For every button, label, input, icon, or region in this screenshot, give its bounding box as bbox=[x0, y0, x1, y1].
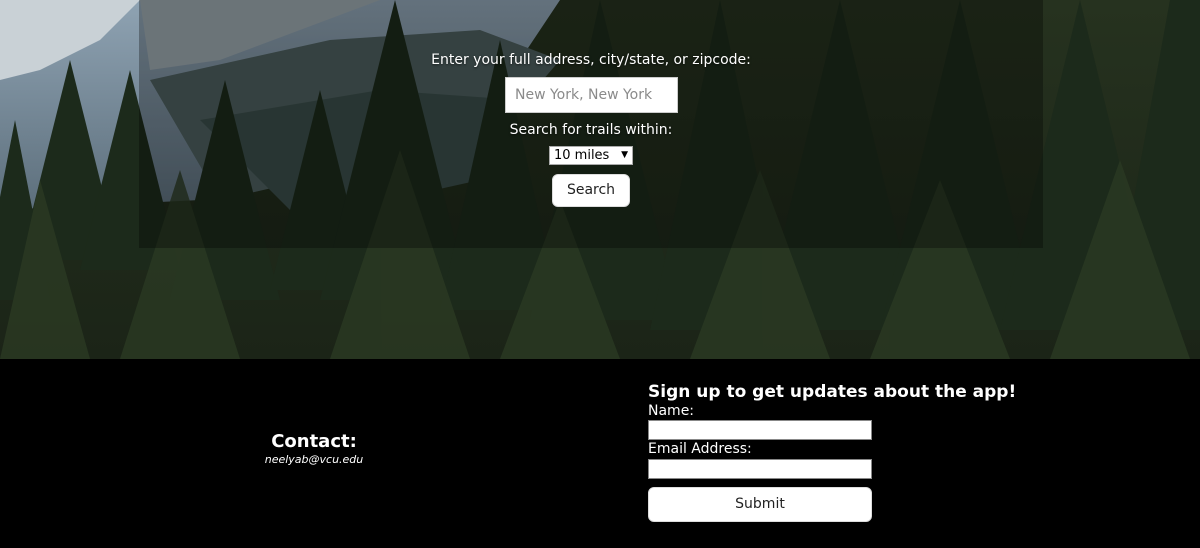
address-input[interactable] bbox=[505, 77, 678, 113]
email-input[interactable] bbox=[648, 459, 872, 479]
email-label: Email Address: bbox=[648, 441, 752, 457]
contact-email: neelyab@vcu.edu bbox=[264, 453, 364, 466]
name-label: Name: bbox=[648, 403, 695, 419]
name-input[interactable] bbox=[648, 420, 872, 440]
address-prompt: Enter your full address, city/state, or … bbox=[431, 52, 751, 68]
submit-button[interactable]: Submit bbox=[648, 487, 872, 522]
signup-title: Sign up to get updates about the app! bbox=[648, 382, 1017, 402]
contact-section: Contact: neelyab@vcu.edu bbox=[214, 431, 414, 466]
hero-section: Enter your full address, city/state, or … bbox=[0, 0, 1200, 359]
footer: Contact: neelyab@vcu.edu Sign up to get … bbox=[0, 359, 1200, 548]
distance-select-value: 10 miles bbox=[554, 148, 610, 163]
distance-label: Search for trails within: bbox=[509, 122, 673, 138]
distance-select[interactable]: 10 miles ▼ bbox=[549, 146, 633, 165]
search-button[interactable]: Search bbox=[552, 174, 630, 207]
dropdown-arrow-icon: ▼ bbox=[621, 150, 628, 160]
contact-title: Contact: bbox=[271, 431, 357, 452]
trail-search-form: Enter your full address, city/state, or … bbox=[139, 0, 1043, 248]
